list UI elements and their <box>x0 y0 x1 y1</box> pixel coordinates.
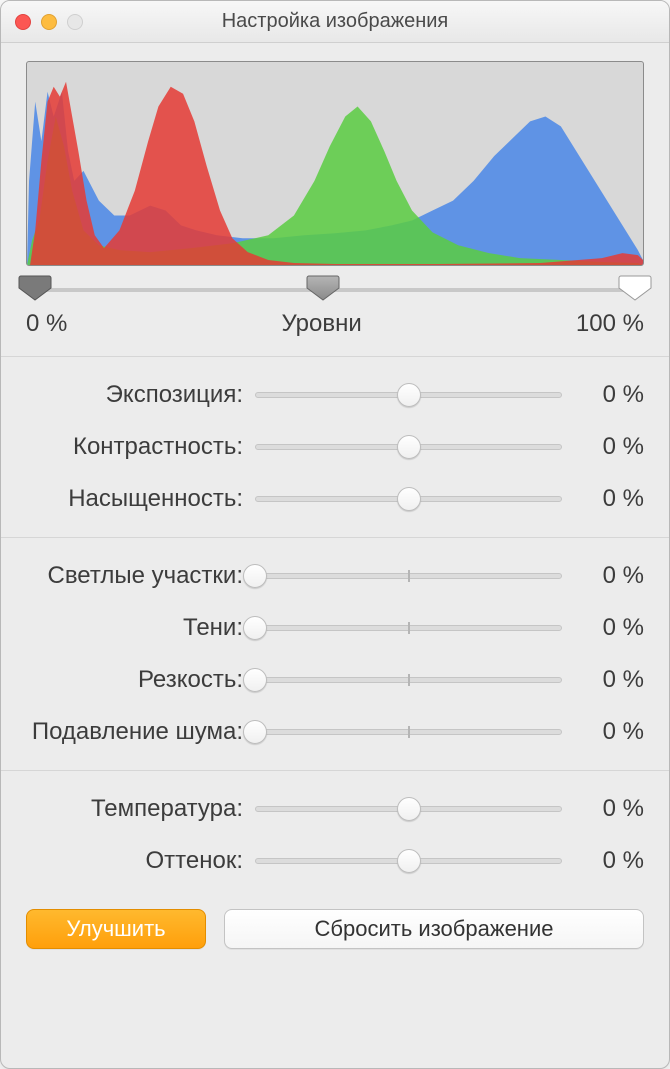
histogram-section: 0 % Уровни 100 % <box>1 43 669 357</box>
shadows-label: Тени: <box>11 614 243 642</box>
levels-gray-handle[interactable] <box>306 274 340 302</box>
exposure-row: Экспозиция: 0 % <box>11 369 644 421</box>
content: 0 % Уровни 100 % Экспозиция:0 %Контрастн… <box>1 43 669 1068</box>
button-bar: Улучшить Сбросить изображение <box>1 899 669 974</box>
shadows-row: Тени: 0 % <box>11 602 644 654</box>
levels-labels: 0 % Уровни 100 % <box>26 308 644 352</box>
slider-tick <box>408 674 410 686</box>
sharpness-slider[interactable] <box>255 667 562 693</box>
enhance-button[interactable]: Улучшить <box>26 909 206 949</box>
slider-thumb[interactable] <box>243 564 267 588</box>
highlights-slider[interactable] <box>255 563 562 589</box>
temperature-row: Температура: 0 % <box>11 783 644 835</box>
saturation-row: Насыщенность: 0 % <box>11 473 644 525</box>
noise-slider[interactable] <box>255 719 562 745</box>
slider-thumb[interactable] <box>243 668 267 692</box>
contrast-slider[interactable] <box>255 434 562 460</box>
levels-white-handle[interactable] <box>618 274 652 302</box>
levels-min-label: 0 % <box>26 310 67 338</box>
shadows-value: 0 % <box>574 614 644 642</box>
reset-button[interactable]: Сбросить изображение <box>224 909 644 949</box>
saturation-slider[interactable] <box>255 486 562 512</box>
levels-black-handle[interactable] <box>18 274 52 302</box>
shadows-slider[interactable] <box>255 615 562 641</box>
highlights-label: Светлые участки: <box>11 562 243 590</box>
slider-thumb[interactable] <box>397 797 421 821</box>
slider-tick <box>408 570 410 582</box>
histogram <box>26 61 644 266</box>
levels-max-label: 100 % <box>576 310 644 338</box>
levels-center-label: Уровни <box>282 310 362 338</box>
slider-thumb[interactable] <box>243 720 267 744</box>
levels-slider[interactable] <box>26 274 644 308</box>
tint-label: Оттенок: <box>11 847 243 875</box>
temperature-value: 0 % <box>574 795 644 823</box>
contrast-value: 0 % <box>574 433 644 461</box>
sharpness-label: Резкость: <box>11 666 243 694</box>
highlights-value: 0 % <box>574 562 644 590</box>
saturation-label: Насыщенность: <box>11 485 243 513</box>
sharpness-row: Резкость: 0 % <box>11 654 644 706</box>
contrast-label: Контрастность: <box>11 433 243 461</box>
temperature-label: Температура: <box>11 795 243 823</box>
slider-thumb[interactable] <box>397 383 421 407</box>
slider-group: Температура: 0 % Оттенок: 0 % <box>1 771 669 899</box>
tint-slider[interactable] <box>255 848 562 874</box>
contrast-row: Контрастность: 0 % <box>11 421 644 473</box>
slider-group: Экспозиция:0 %Контрастность:0 %Насыщенно… <box>1 357 669 538</box>
slider-thumb[interactable] <box>243 616 267 640</box>
slider-thumb[interactable] <box>397 435 421 459</box>
slider-tick <box>408 622 410 634</box>
sharpness-value: 0 % <box>574 666 644 694</box>
slider-thumb[interactable] <box>397 849 421 873</box>
exposure-slider[interactable] <box>255 382 562 408</box>
tint-row: Оттенок: 0 % <box>11 835 644 887</box>
saturation-value: 0 % <box>574 485 644 513</box>
titlebar: Настройка изображения <box>1 1 669 43</box>
slider-thumb[interactable] <box>397 487 421 511</box>
noise-value: 0 % <box>574 718 644 746</box>
slider-tick <box>408 726 410 738</box>
image-adjust-window: Настройка изображения <box>0 0 670 1069</box>
exposure-label: Экспозиция: <box>11 381 243 409</box>
tint-value: 0 % <box>574 847 644 875</box>
exposure-value: 0 % <box>574 381 644 409</box>
noise-row: Подавление шума: 0 % <box>11 706 644 758</box>
window-title: Настройка изображения <box>1 10 669 33</box>
slider-group: Светлые участки:0 %Тени:0 %Резкость:0 %П… <box>1 538 669 771</box>
temperature-slider[interactable] <box>255 796 562 822</box>
noise-label: Подавление шума: <box>11 718 243 746</box>
highlights-row: Светлые участки: 0 % <box>11 550 644 602</box>
